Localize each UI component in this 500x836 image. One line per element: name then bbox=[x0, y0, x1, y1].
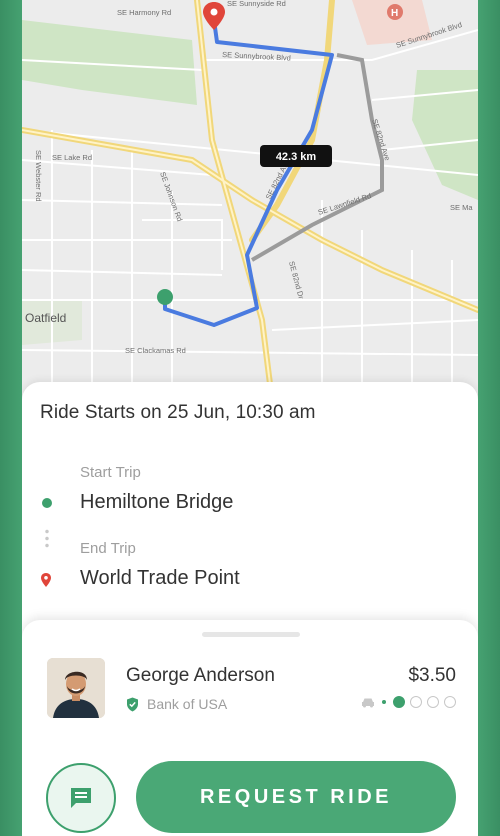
street-label: SE Lake Rd bbox=[52, 153, 92, 162]
car-icon bbox=[362, 698, 374, 707]
route-connector bbox=[45, 528, 49, 550]
start-dot-icon bbox=[42, 498, 52, 508]
seat-availability bbox=[361, 696, 456, 708]
place-label: Oatfield bbox=[25, 311, 66, 325]
street-label: SE Ma bbox=[450, 203, 473, 212]
start-location-icon[interactable] bbox=[157, 289, 173, 305]
start-location-value[interactable]: Hemiltone Bridge bbox=[80, 491, 233, 514]
driver-card: George Anderson $3.50 Bank of USA REQUES… bbox=[22, 620, 478, 836]
driver-name: George Anderson bbox=[126, 665, 275, 686]
svg-text:42.3 km: 42.3 km bbox=[276, 151, 317, 163]
request-ride-button[interactable]: REQUEST RIDE bbox=[136, 761, 456, 833]
avatar bbox=[47, 658, 105, 718]
street-label: SE Webster Rd bbox=[34, 150, 43, 202]
app-screen: SE Harmony Rd SE Sunnyside Rd SE Sunnybr… bbox=[22, 0, 478, 836]
chat-button[interactable] bbox=[46, 763, 116, 833]
ride-price: $3.50 bbox=[408, 665, 456, 686]
driver-bank-row: Bank of USA bbox=[126, 696, 227, 712]
driver-bank-label: Bank of USA bbox=[147, 696, 228, 712]
seat-free-icon bbox=[444, 696, 456, 708]
route-map[interactable]: SE Harmony Rd SE Sunnyside Rd SE Sunnybr… bbox=[22, 0, 478, 400]
end-trip-label: End Trip bbox=[80, 540, 136, 557]
street-label: SE Clackamas Rd bbox=[125, 346, 186, 355]
chat-icon bbox=[71, 788, 91, 808]
start-trip-label: Start Trip bbox=[80, 464, 141, 481]
driver-photo bbox=[47, 658, 105, 718]
drag-handle[interactable] bbox=[202, 632, 300, 637]
map-canvas: SE Harmony Rd SE Sunnyside Rd SE Sunnybr… bbox=[22, 0, 478, 400]
ride-start-title: Ride Starts on 25 Jun, 10:30 am bbox=[40, 402, 316, 423]
seat-taken-icon bbox=[393, 696, 405, 708]
distance-badge: 42.3 km bbox=[260, 145, 332, 167]
end-location-value[interactable]: World Trade Point bbox=[80, 567, 240, 590]
svg-text:H: H bbox=[391, 8, 398, 19]
seat-separator bbox=[382, 700, 386, 704]
seat-free-icon bbox=[410, 696, 422, 708]
street-label: SE Sunnyside Rd bbox=[227, 0, 286, 8]
shield-check-icon bbox=[127, 697, 138, 711]
street-label: SE Harmony Rd bbox=[117, 8, 171, 17]
seat-free-icon bbox=[427, 696, 439, 708]
end-pin-icon bbox=[41, 573, 51, 587]
